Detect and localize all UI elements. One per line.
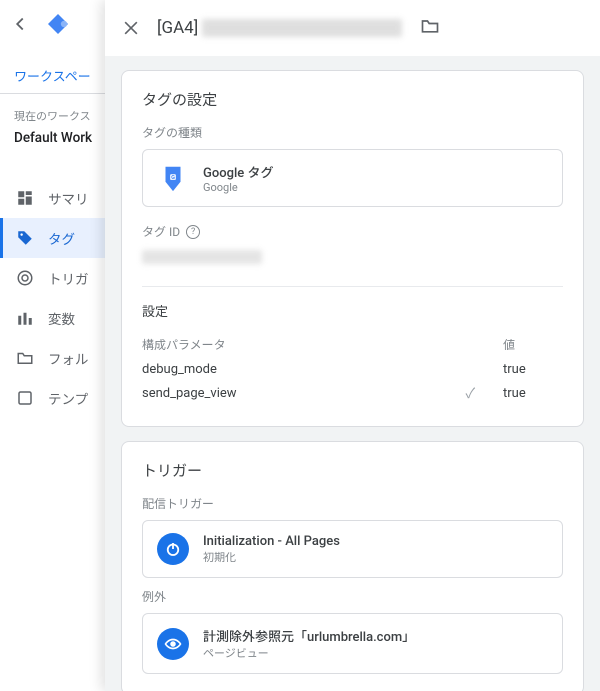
sidebar-item-label: トリガ: [48, 268, 89, 288]
param-key: send_page_view: [142, 386, 237, 401]
firing-trigger-name: Initialization - All Pages: [203, 534, 340, 549]
sidebar-item-templates[interactable]: テンプ: [0, 378, 109, 418]
tag-type-row[interactable]: G Google タグ Google: [142, 149, 563, 207]
tag-type-label: タグの種類: [142, 124, 563, 141]
exception-trigger-name: 計測除外参照元「urlumbrella.com」: [203, 626, 415, 645]
param-col-key: 構成パラメータ: [142, 336, 503, 353]
trigger-icon: [16, 269, 34, 287]
firing-trigger-kind: 初期化: [203, 549, 340, 565]
close-button[interactable]: [119, 16, 143, 40]
settings-label: 設定: [142, 301, 563, 320]
firing-triggers-label: 配信トリガー: [142, 495, 563, 512]
sidebar-nav: サマリ タグ トリガ 変数 フォル テンプ: [0, 178, 109, 418]
initialization-trigger-icon: [157, 533, 189, 565]
tag-title[interactable]: [GA4]: [157, 18, 402, 38]
param-col-val: 値: [503, 336, 563, 353]
gtm-logo: [46, 12, 70, 36]
tag-title-redacted: [202, 19, 402, 37]
panel-header: [GA4]: [105, 0, 600, 56]
back-arrow[interactable]: [8, 12, 32, 36]
sidebar-item-label: 変数: [48, 308, 75, 328]
tag-title-prefix: [GA4]: [157, 18, 198, 38]
folder-button[interactable]: [420, 16, 440, 40]
tag-config-heading: タグの設定: [142, 89, 563, 110]
tag-id-value-redacted: [142, 250, 262, 264]
exception-triggers-label: 例外: [142, 588, 563, 605]
workspace-name[interactable]: Default Work: [0, 130, 109, 160]
exception-trigger-row[interactable]: 計測除外参照元「urlumbrella.com」 ページビュー: [142, 613, 563, 674]
folder-icon: [16, 349, 34, 367]
param-row: debug_mode true: [142, 359, 563, 380]
tab-workspaces[interactable]: ワークスペー: [0, 66, 109, 94]
sidebar-item-summary[interactable]: サマリ: [0, 178, 109, 218]
exception-trigger-kind: ページビュー: [203, 645, 415, 661]
tag-icon: [16, 229, 34, 247]
check-icon: ✓: [465, 383, 475, 403]
firing-trigger-row[interactable]: Initialization - All Pages 初期化: [142, 520, 563, 578]
sidebar-item-variables[interactable]: 変数: [0, 298, 109, 338]
param-value: true: [503, 362, 563, 377]
param-row: send_page_view ✓ true: [142, 380, 563, 406]
sidebar-item-label: テンプ: [48, 388, 88, 408]
triggers-heading: トリガー: [142, 460, 563, 481]
sidebar-item-label: タグ: [48, 228, 75, 248]
template-icon: [16, 389, 34, 407]
tag-detail-panel: [GA4] タグの設定 タグの種類 G Google タグ Google タ: [105, 0, 600, 691]
current-workspace-label: 現在のワークス: [0, 94, 109, 130]
sidebar-item-triggers[interactable]: トリガ: [0, 258, 109, 298]
dashboard-icon: [16, 189, 34, 207]
variable-icon: [16, 309, 34, 327]
sidebar-item-label: サマリ: [48, 188, 89, 208]
sidebar-item-label: フォル: [48, 348, 89, 368]
svg-text:G: G: [171, 175, 175, 181]
tag-type-name: Google タグ: [203, 162, 274, 181]
tag-type-vendor: Google: [203, 181, 274, 194]
sidebar: ワークスペー 現在のワークス Default Work サマリ タグ トリガ 変…: [0, 0, 110, 691]
sidebar-item-folders[interactable]: フォル: [0, 338, 109, 378]
tag-id-label: タグ ID ?: [142, 223, 563, 240]
google-tag-icon: G: [157, 162, 189, 194]
tag-config-card[interactable]: タグの設定 タグの種類 G Google タグ Google タグ ID ? 設…: [121, 70, 584, 427]
param-key: debug_mode: [142, 362, 217, 377]
sidebar-item-tags[interactable]: タグ: [0, 218, 109, 258]
pageview-trigger-icon: [157, 628, 189, 660]
param-value: true: [503, 386, 563, 401]
triggers-card[interactable]: トリガー 配信トリガー Initialization - All Pages 初…: [121, 441, 584, 691]
help-icon[interactable]: ?: [186, 225, 200, 239]
